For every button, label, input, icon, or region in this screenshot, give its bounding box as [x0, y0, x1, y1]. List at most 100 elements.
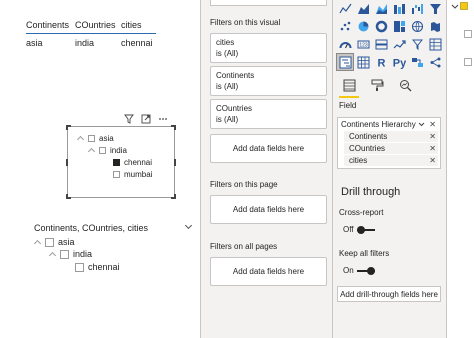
chevron-down-icon[interactable]: [185, 224, 193, 230]
filter-card-partial[interactable]: [210, 0, 327, 6]
card-icon[interactable]: 123: [355, 36, 371, 52]
filter-card-continents[interactable]: Continents is (All): [210, 66, 327, 96]
analytics-tab[interactable]: [397, 77, 413, 95]
waterfall-icon[interactable]: [409, 0, 425, 16]
slicer-item-asia[interactable]: asia: [34, 237, 75, 247]
checkbox[interactable]: [464, 58, 472, 68]
field-item-countries[interactable]: COuntries ✕: [344, 142, 438, 154]
resize-handle[interactable]: [66, 194, 71, 199]
checkbox[interactable]: [60, 249, 69, 259]
slicer-item-chennai[interactable]: chennai: [75, 262, 120, 272]
checkbox[interactable]: [88, 135, 95, 142]
stacked-area-icon[interactable]: [373, 0, 389, 16]
table-yellow-icon[interactable]: [460, 2, 468, 12]
checkbox[interactable]: [99, 147, 106, 154]
format-tab[interactable]: [369, 77, 385, 95]
svg-text:123: 123: [359, 42, 368, 48]
table-header-continents[interactable]: Continents: [26, 20, 75, 30]
report-canvas[interactable]: Continents COuntries cities asia india c…: [0, 0, 200, 338]
filter-card-countries[interactable]: COuntries is (All): [210, 99, 327, 129]
multi-row-card-icon[interactable]: [373, 36, 389, 52]
table-header-countries[interactable]: COuntries: [75, 20, 121, 30]
hierarchy-header[interactable]: Continents Hierarchy ✕: [338, 118, 440, 130]
ribbon-chart-icon[interactable]: [391, 0, 407, 16]
pie-chart-icon[interactable]: [355, 18, 371, 34]
filter-icon[interactable]: [124, 114, 134, 126]
chevron-down-icon[interactable]: [418, 120, 425, 129]
resize-handle[interactable]: [66, 125, 71, 130]
table-row[interactable]: asia india chennai: [26, 34, 156, 52]
hierarchy-slicer-visual-icon[interactable]: [336, 53, 354, 71]
slicer-item-india[interactable]: india: [88, 146, 127, 155]
focus-mode-icon[interactable]: [141, 114, 151, 126]
hierarchy-name: Continents Hierarchy: [341, 119, 416, 129]
field-well-label: Field: [339, 101, 357, 110]
fields-tab[interactable]: [339, 77, 359, 98]
remove-field-icon[interactable]: ✕: [429, 132, 436, 141]
r-visual-icon[interactable]: R: [373, 54, 389, 70]
slicer-item-label: india: [110, 146, 127, 155]
add-page-filter-drop[interactable]: Add data fields here: [210, 195, 327, 224]
slicer-item-asia[interactable]: asia: [77, 134, 114, 143]
chevron-down-icon[interactable]: [451, 3, 459, 12]
field-item-cities[interactable]: cities ✕: [344, 154, 438, 166]
remove-field-icon[interactable]: ✕: [429, 156, 436, 165]
chevron-up-icon[interactable]: [49, 252, 57, 257]
add-visual-filter-drop[interactable]: Add data fields here: [210, 134, 327, 163]
add-report-filter-drop[interactable]: Add data fields here: [210, 257, 327, 286]
table-visual-icon[interactable]: [427, 36, 443, 52]
keep-filters-toggle[interactable]: [356, 266, 375, 275]
matrix-icon[interactable]: [355, 54, 371, 70]
resize-handle[interactable]: [66, 159, 68, 166]
table-header-row: Continents COuntries cities: [26, 16, 156, 34]
checkbox-checked[interactable]: [113, 159, 120, 166]
key-influencers-icon[interactable]: [409, 54, 425, 70]
chevron-up-icon[interactable]: [34, 240, 42, 245]
cross-report-toggle[interactable]: [356, 225, 375, 234]
cross-report-label: Cross-report: [339, 208, 384, 217]
table-cell: asia: [26, 38, 43, 48]
field-item-continents[interactable]: Continents ✕: [344, 130, 438, 142]
chevron-up-icon[interactable]: [77, 136, 85, 141]
gauge-icon[interactable]: [337, 36, 353, 52]
slicer-item-label: asia: [99, 134, 114, 143]
fields-pane-collapsed: [446, 0, 474, 338]
remove-field-icon[interactable]: ✕: [429, 144, 436, 153]
cross-report-toggle-row: Off: [343, 225, 375, 234]
slicer-item-label: chennai: [124, 158, 153, 167]
donut-chart-icon[interactable]: [373, 18, 389, 34]
line-chart-icon[interactable]: [337, 0, 353, 16]
map-icon[interactable]: [409, 18, 425, 34]
resize-handle[interactable]: [171, 194, 176, 199]
treemap-icon[interactable]: [391, 18, 407, 34]
visualizations-pane: 123 R Py Field Continents Hierarchy ✕ Co…: [333, 0, 446, 338]
scatter-chart-icon[interactable]: [337, 18, 353, 34]
slicer-item-chennai[interactable]: chennai: [113, 158, 152, 167]
paint-roller-icon: [371, 79, 384, 94]
more-options-icon[interactable]: [158, 114, 168, 126]
checkbox[interactable]: [75, 262, 84, 272]
keep-filters-label: Keep all filters: [339, 249, 390, 258]
resize-handle[interactable]: [174, 159, 176, 166]
chevron-up-icon[interactable]: [88, 148, 96, 153]
checkbox[interactable]: [45, 237, 54, 247]
filter-card-name: cities: [216, 38, 235, 47]
field-well[interactable]: Continents Hierarchy ✕ Continents ✕ COun…: [337, 117, 441, 169]
funnel-icon[interactable]: [427, 0, 443, 16]
kpi-icon[interactable]: [391, 36, 407, 52]
checkbox[interactable]: [113, 171, 120, 178]
add-drill-through-drop[interactable]: Add drill-through fields here: [337, 286, 441, 302]
slicer-icon[interactable]: [409, 36, 425, 52]
remove-field-icon[interactable]: ✕: [429, 120, 436, 129]
resize-handle[interactable]: [171, 125, 176, 130]
table-header-cities[interactable]: cities: [121, 20, 156, 30]
area-chart-icon[interactable]: [355, 0, 371, 16]
slicer-item-mumbai[interactable]: mumbai: [113, 170, 152, 179]
checkbox[interactable]: [464, 30, 472, 40]
filled-map-icon[interactable]: [427, 18, 443, 34]
table-visual[interactable]: Continents COuntries cities asia india c…: [26, 16, 156, 52]
decomposition-tree-icon[interactable]: [427, 54, 443, 70]
filter-card-cities[interactable]: cities is (All): [210, 33, 327, 63]
python-visual-icon[interactable]: Py: [391, 54, 407, 70]
slicer-item-india[interactable]: india: [49, 249, 92, 259]
